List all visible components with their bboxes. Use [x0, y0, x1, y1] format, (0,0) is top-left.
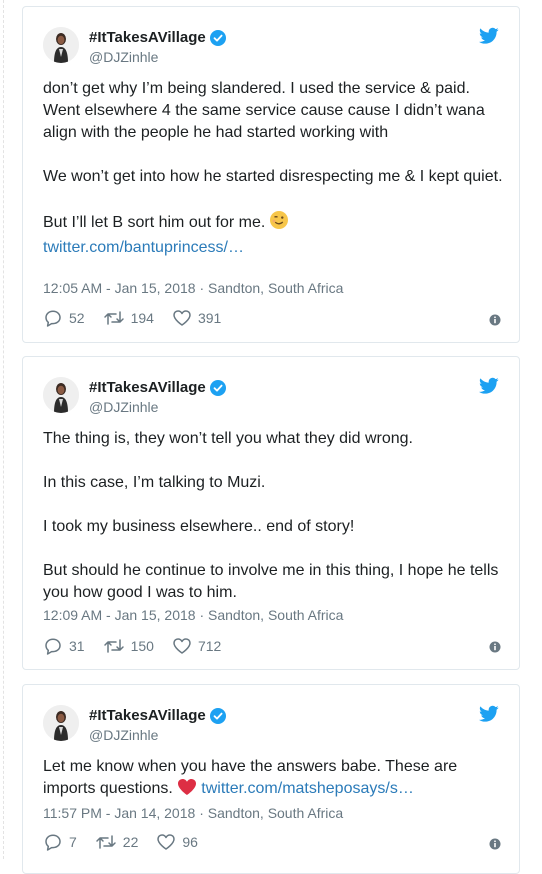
- display-name[interactable]: #ItTakesAVillage: [89, 29, 206, 46]
- user-handle[interactable]: @DJZinhle: [89, 49, 158, 65]
- reply-count: 52: [69, 310, 85, 326]
- tweet-card[interactable]: #ItTakesAVillage @DJZinhle The thing is,…: [22, 356, 520, 670]
- red-heart-icon: [177, 778, 197, 803]
- tweet-paragraph: don’t get why I’m being slandered. I use…: [43, 80, 485, 141]
- tweet-link[interactable]: twitter.com/matsheposays/s…: [201, 780, 414, 797]
- location[interactable]: Sandton, South Africa: [208, 805, 343, 821]
- like-button[interactable]: 96: [156, 833, 198, 851]
- retweet-count: 194: [130, 310, 154, 326]
- tweet-meta: 12:09 AM - Jan 15, 2018 · Sandton, South…: [43, 607, 343, 623]
- timestamp[interactable]: 12:05 AM - Jan 15, 2018: [43, 280, 196, 296]
- retweet-count: 22: [122, 834, 139, 850]
- retweet-button[interactable]: 194: [103, 309, 154, 327]
- tweet-paragraph: I took my business elsewhere.. end of st…: [43, 518, 355, 535]
- meta-separator: ·: [199, 607, 205, 623]
- display-name[interactable]: #ItTakesAVillage: [89, 379, 206, 396]
- meta-separator: ·: [199, 805, 204, 821]
- like-button[interactable]: 391: [172, 309, 221, 327]
- reply-button[interactable]: 31: [43, 637, 85, 655]
- timestamp[interactable]: 12:09 AM - Jan 15, 2018: [43, 607, 196, 623]
- like-button[interactable]: 712: [172, 637, 221, 655]
- tweet-meta: 12:05 AM - Jan 15, 2018 · Sandton, South…: [43, 280, 343, 296]
- reply-count: 31: [69, 638, 85, 654]
- retweet-button[interactable]: 150: [103, 637, 154, 655]
- user-handle[interactable]: @DJZinhle: [89, 727, 158, 743]
- tweet-paragraph: But I’ll let B sort him out for me.: [43, 214, 266, 231]
- location[interactable]: Sandton, South Africa: [208, 607, 343, 623]
- retweet-icon: [96, 835, 116, 849]
- tweet-actions: 31 150 712: [43, 635, 239, 657]
- reply-icon: [45, 310, 61, 327]
- reply-button[interactable]: 7: [43, 833, 77, 851]
- reply-button[interactable]: 52: [43, 309, 85, 327]
- avatar[interactable]: [43, 705, 79, 741]
- reply-icon: [45, 834, 61, 851]
- heart-icon: [173, 638, 191, 654]
- tweet-actions: 7 22 96: [43, 831, 216, 853]
- user-handle[interactable]: @DJZinhle: [89, 399, 158, 415]
- tweet-paragraph: The thing is, they won’t tell you what t…: [43, 430, 413, 447]
- meta-separator: ·: [199, 280, 205, 296]
- display-name[interactable]: #ItTakesAVillage: [89, 707, 206, 724]
- tweet-link[interactable]: twitter.com/bantuprincess/…: [43, 239, 244, 256]
- page-left-rule: [3, 0, 4, 859]
- retweet-icon: [103, 639, 124, 653]
- twitter-bird-icon[interactable]: [479, 27, 499, 45]
- retweet-count: 150: [130, 638, 154, 654]
- avatar[interactable]: [43, 27, 79, 63]
- heart-icon: [173, 310, 191, 326]
- tweet-paragraph: But should he continue to involve me in …: [43, 562, 499, 601]
- heart-icon: [157, 834, 176, 850]
- tweet-card[interactable]: #ItTakesAVillage @DJZinhle Let me know w…: [22, 684, 520, 874]
- retweet-button[interactable]: 22: [95, 833, 139, 851]
- like-count: 391: [197, 310, 222, 326]
- tweet-card[interactable]: #ItTakesAVillage @DJZinhle don’t get why…: [22, 6, 520, 343]
- retweet-icon: [103, 311, 124, 325]
- tweet-meta: 11:57 PM - Jan 14, 2018 · Sandton, South…: [43, 805, 343, 821]
- tweet-paragraph: We won’t get into how he started disresp…: [43, 168, 503, 185]
- avatar[interactable]: [43, 377, 79, 413]
- verified-badge-icon: [209, 379, 226, 396]
- tweet-text: don’t get why I’m being slandered. I use…: [43, 78, 503, 259]
- twitter-bird-icon[interactable]: [479, 705, 499, 723]
- info-icon[interactable]: [489, 838, 501, 850]
- info-icon[interactable]: [489, 641, 501, 653]
- like-count: 712: [197, 638, 222, 654]
- reply-icon: [45, 638, 61, 655]
- tweet-paragraph: In this case, I’m talking to Muzi.: [43, 474, 266, 491]
- verified-badge-icon: [209, 29, 226, 46]
- twitter-bird-icon[interactable]: [479, 377, 499, 395]
- info-icon[interactable]: [489, 314, 501, 326]
- location[interactable]: Sandton, South Africa: [208, 280, 343, 296]
- tweet-text: Let me know when you have the answers ba…: [43, 756, 503, 803]
- tweet-actions: 52 194 391: [43, 307, 239, 329]
- verified-badge-icon: [209, 707, 226, 724]
- winking-face-icon: [269, 210, 289, 237]
- reply-count: 7: [69, 834, 77, 850]
- like-count: 96: [182, 834, 198, 850]
- tweet-text: The thing is, they won’t tell you what t…: [43, 428, 503, 604]
- timestamp[interactable]: 11:57 PM - Jan 14, 2018: [43, 805, 195, 821]
